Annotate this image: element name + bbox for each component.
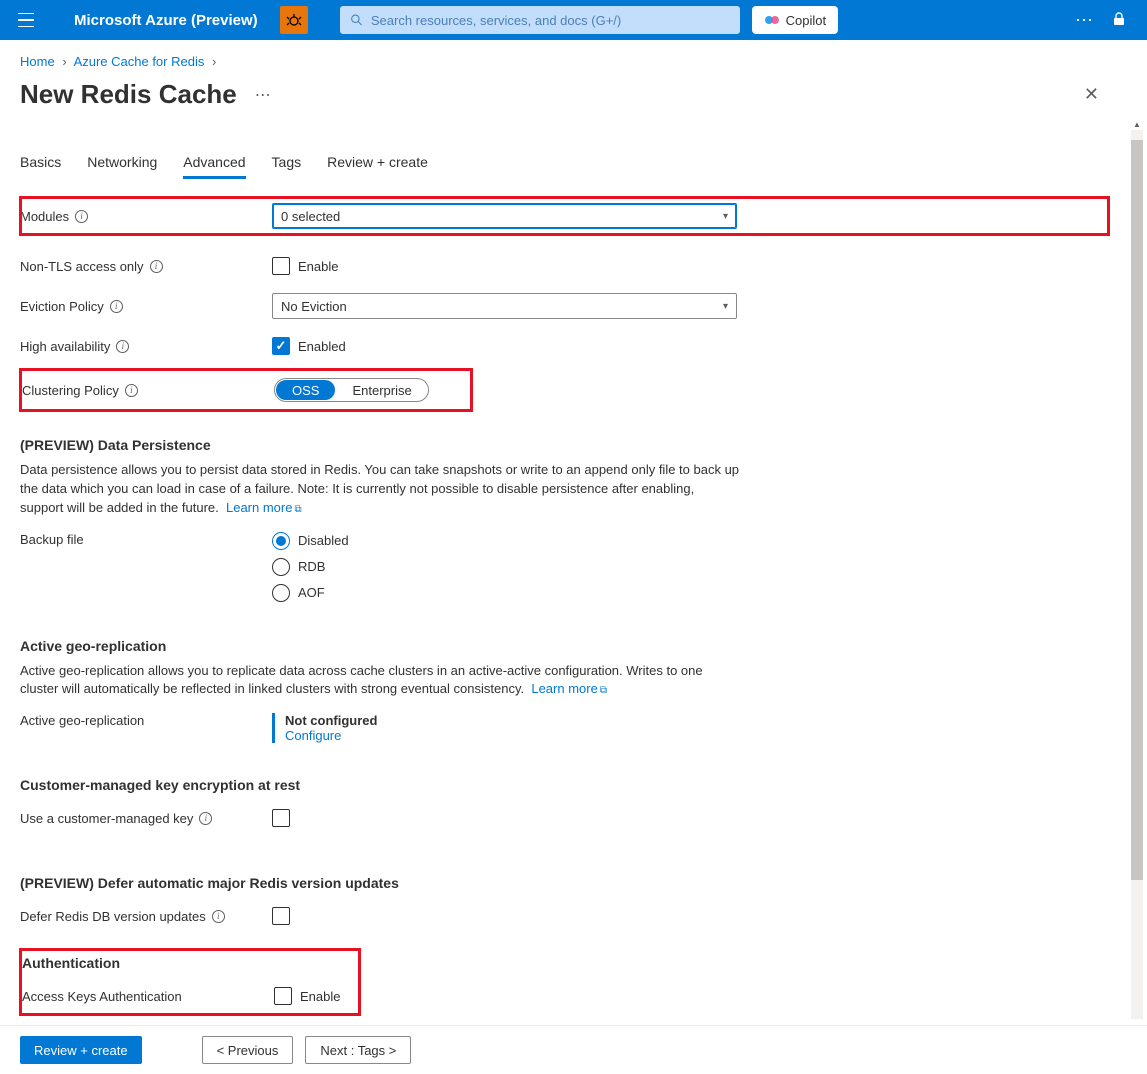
scrollbar-thumb[interactable] bbox=[1131, 140, 1143, 880]
modules-value: 0 selected bbox=[281, 209, 340, 224]
top-bar: Microsoft Azure (Preview) Copilot ⋯ bbox=[0, 0, 1147, 40]
tab-advanced[interactable]: Advanced bbox=[183, 148, 245, 179]
chevron-down-icon: ▾ bbox=[723, 211, 728, 222]
accesskeys-label: Access Keys Authentication bbox=[22, 989, 182, 1004]
tabs: Basics Networking Advanced Tags Review +… bbox=[20, 148, 1109, 179]
geo-desc: Active geo-replication allows you to rep… bbox=[20, 662, 740, 700]
enable-label: Enable bbox=[298, 259, 338, 274]
info-icon[interactable]: i bbox=[125, 384, 138, 397]
lock-icon[interactable] bbox=[1113, 12, 1125, 29]
tab-tags[interactable]: Tags bbox=[272, 148, 302, 179]
accesskeys-checkbox[interactable] bbox=[274, 987, 292, 1005]
tab-networking[interactable]: Networking bbox=[87, 148, 157, 179]
info-icon[interactable]: i bbox=[75, 210, 88, 223]
persistence-desc: Data persistence allows you to persist d… bbox=[20, 461, 740, 518]
tab-review[interactable]: Review + create bbox=[327, 148, 428, 179]
ha-checkbox[interactable] bbox=[272, 337, 290, 355]
review-create-button[interactable]: Review + create bbox=[20, 1036, 142, 1064]
external-link-icon: ⧉ bbox=[294, 504, 301, 515]
backup-aof-radio[interactable] bbox=[272, 584, 290, 602]
nontls-label: Non-TLS access only bbox=[20, 259, 144, 274]
ha-label: High availability bbox=[20, 339, 110, 354]
title-more-icon[interactable]: ⋯ bbox=[255, 85, 271, 105]
defer-heading: (PREVIEW) Defer automatic major Redis ve… bbox=[20, 875, 1109, 891]
auth-heading: Authentication bbox=[22, 955, 358, 971]
eviction-dropdown[interactable]: No Eviction ▾ bbox=[272, 293, 737, 319]
breadcrumb-home[interactable]: Home bbox=[20, 54, 55, 69]
highlight-auth: Authentication Access Keys Authenticatio… bbox=[20, 949, 360, 1015]
more-icon[interactable]: ⋯ bbox=[1075, 10, 1095, 31]
learn-more-text: Learn more bbox=[531, 681, 597, 696]
chevron-down-icon: ▾ bbox=[723, 301, 728, 312]
backup-opt-rdb: RDB bbox=[298, 559, 325, 574]
learn-more-text: Learn more bbox=[226, 500, 292, 515]
backup-disabled-radio[interactable] bbox=[272, 532, 290, 550]
page-title: New Redis Cache bbox=[20, 79, 237, 110]
backup-label: Backup file bbox=[20, 532, 84, 547]
highlight-modules: Modules i 0 selected ▾ bbox=[20, 197, 1109, 235]
highlight-clustering: Clustering Policy i OSS Enterprise bbox=[20, 369, 472, 411]
eviction-label: Eviction Policy bbox=[20, 299, 104, 314]
search-input[interactable] bbox=[371, 13, 730, 28]
modules-label: Modules bbox=[20, 209, 69, 224]
breadcrumb-parent[interactable]: Azure Cache for Redis bbox=[74, 54, 205, 69]
content-area: Basics Networking Advanced Tags Review +… bbox=[0, 120, 1129, 1025]
learn-more-link[interactable]: Learn more⧉ bbox=[226, 500, 302, 515]
defer-label: Defer Redis DB version updates bbox=[20, 909, 206, 924]
page-header: New Redis Cache ⋯ ✕ bbox=[0, 73, 1147, 110]
learn-more-link[interactable]: Learn more⧉ bbox=[531, 681, 607, 696]
search-icon bbox=[350, 13, 363, 27]
cmk-checkbox[interactable] bbox=[272, 809, 290, 827]
copilot-icon bbox=[764, 12, 780, 28]
backup-radio-group: Disabled RDB AOF bbox=[272, 532, 349, 602]
info-icon[interactable]: i bbox=[110, 300, 123, 313]
enable-label: Enable bbox=[300, 989, 340, 1004]
activegeo-label: Active geo-replication bbox=[20, 713, 144, 728]
clustering-oss[interactable]: OSS bbox=[276, 380, 335, 400]
previous-button[interactable]: < Previous bbox=[202, 1036, 294, 1064]
external-link-icon: ⧉ bbox=[600, 685, 607, 696]
clustering-label: Clustering Policy bbox=[22, 383, 119, 398]
eviction-value: No Eviction bbox=[281, 299, 347, 314]
info-icon[interactable]: i bbox=[150, 260, 163, 273]
menu-icon[interactable] bbox=[18, 10, 38, 30]
search-box[interactable] bbox=[340, 6, 740, 34]
info-icon[interactable]: i bbox=[116, 340, 129, 353]
tab-basics[interactable]: Basics bbox=[20, 148, 61, 179]
footer: Review + create < Previous Next : Tags > bbox=[0, 1025, 1147, 1074]
modules-dropdown[interactable]: 0 selected ▾ bbox=[272, 203, 737, 229]
geo-configure-link[interactable]: Configure bbox=[285, 728, 377, 743]
chevron-right-icon: › bbox=[212, 54, 216, 69]
persistence-desc-text: Data persistence allows you to persist d… bbox=[20, 462, 739, 515]
breadcrumb: Home › Azure Cache for Redis › bbox=[0, 40, 1147, 73]
copilot-button[interactable]: Copilot bbox=[752, 6, 838, 34]
cmk-label: Use a customer-managed key bbox=[20, 811, 193, 826]
cmk-heading: Customer-managed key encryption at rest bbox=[20, 777, 1109, 793]
brand-label[interactable]: Microsoft Azure (Preview) bbox=[74, 12, 258, 29]
nontls-checkbox[interactable] bbox=[272, 257, 290, 275]
backup-opt-disabled: Disabled bbox=[298, 533, 349, 548]
info-icon[interactable]: i bbox=[199, 812, 212, 825]
next-button[interactable]: Next : Tags > bbox=[305, 1036, 411, 1064]
geo-not-configured: Not configured bbox=[285, 713, 377, 728]
clustering-toggle: OSS Enterprise bbox=[274, 378, 429, 402]
clustering-enterprise[interactable]: Enterprise bbox=[336, 379, 427, 401]
defer-checkbox[interactable] bbox=[272, 907, 290, 925]
geo-heading: Active geo-replication bbox=[20, 638, 1109, 654]
enabled-label: Enabled bbox=[298, 339, 346, 354]
bug-icon[interactable] bbox=[280, 6, 308, 34]
copilot-label: Copilot bbox=[786, 13, 826, 28]
geo-status-block: Not configured Configure bbox=[272, 713, 377, 743]
close-icon[interactable]: ✕ bbox=[1084, 84, 1099, 105]
persistence-heading: (PREVIEW) Data Persistence bbox=[20, 437, 1109, 453]
info-icon[interactable]: i bbox=[212, 910, 225, 923]
chevron-right-icon: › bbox=[62, 54, 66, 69]
backup-rdb-radio[interactable] bbox=[272, 558, 290, 576]
backup-opt-aof: AOF bbox=[298, 585, 325, 600]
